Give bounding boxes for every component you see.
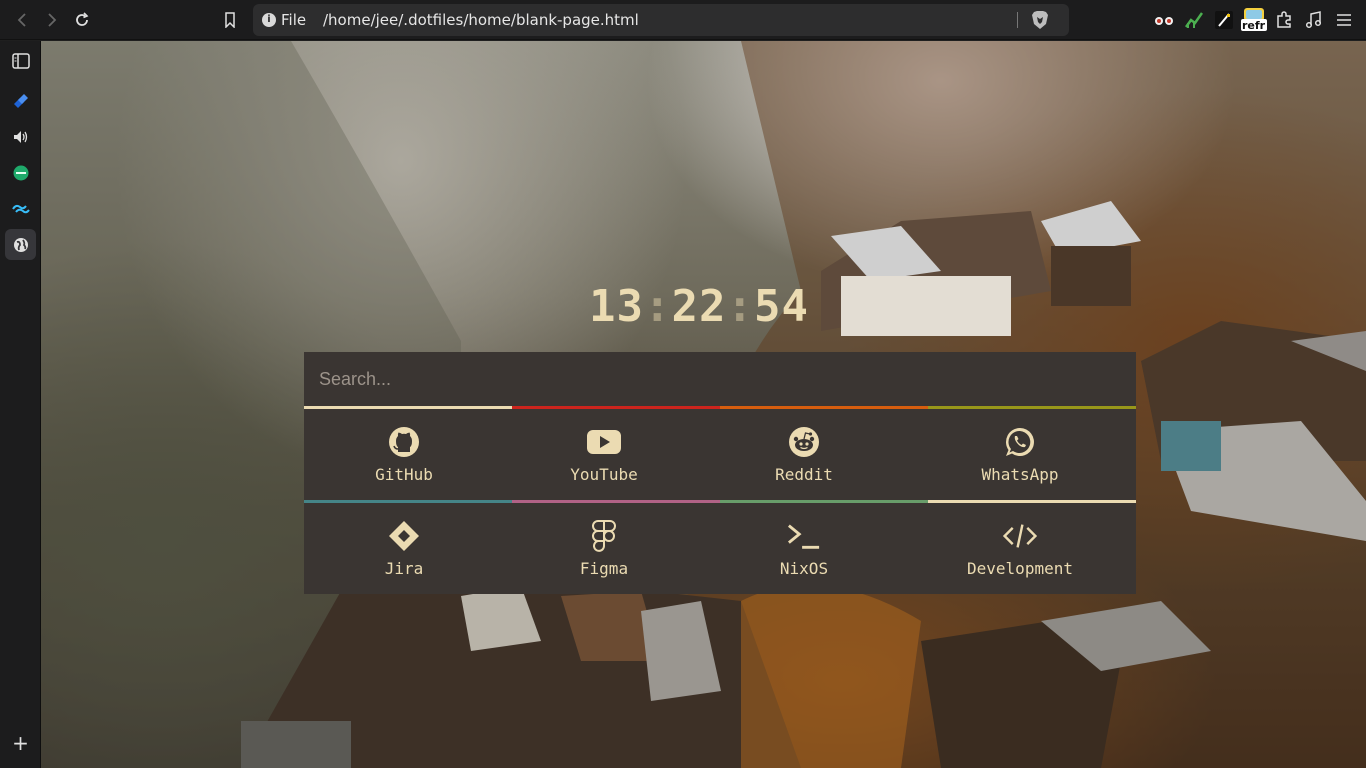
clock-hours: 13: [589, 281, 644, 332]
jira-diamond-icon: [387, 519, 421, 553]
url-scheme: File: [281, 11, 307, 29]
links-row-2: Jira Figma NixOS Development: [304, 503, 1136, 594]
link-label: GitHub: [375, 465, 433, 484]
chevron-left-icon: [17, 13, 26, 27]
globe-icon[interactable]: [5, 229, 36, 260]
clock-minutes: 22: [671, 281, 727, 332]
chart-icon[interactable]: [1182, 8, 1206, 32]
jira-icon[interactable]: [5, 85, 36, 116]
link-nixos[interactable]: NixOS: [704, 503, 904, 594]
browser-toolbar: i File /home/jee/.dotfiles/home/blank-pa…: [0, 0, 1366, 40]
back-button[interactable]: [10, 8, 34, 32]
terminal-icon: [787, 519, 821, 553]
tailwind-icon[interactable]: [5, 193, 36, 224]
chevron-right-icon: [48, 13, 57, 27]
refr-extension[interactable]: refr: [1240, 8, 1268, 32]
link-development[interactable]: Development: [904, 503, 1136, 594]
blank-page: 13:22:54 GitHub YouTube: [41, 41, 1366, 768]
bookmark-button[interactable]: [218, 8, 242, 32]
clock-seconds: 54: [753, 281, 809, 332]
slash-icon[interactable]: [1212, 8, 1236, 32]
link-figma[interactable]: Figma: [504, 503, 704, 594]
sidebar-toggle-icon[interactable]: [5, 45, 36, 76]
reader-glasses-icon[interactable]: [1152, 8, 1176, 32]
link-label: WhatsApp: [981, 465, 1059, 484]
link-label: YouTube: [570, 465, 638, 484]
link-label: Reddit: [775, 465, 833, 484]
reload-icon: [76, 12, 89, 26]
link-whatsapp[interactable]: WhatsApp: [904, 409, 1136, 500]
figma-icon: [587, 519, 621, 553]
link-jira[interactable]: Jira: [304, 503, 504, 594]
phone-app-icon[interactable]: [5, 157, 36, 188]
refr-label: refr: [1242, 19, 1266, 32]
link-label: NixOS: [779, 559, 829, 578]
search-input[interactable]: [304, 352, 1136, 406]
reddit-icon: [787, 425, 821, 459]
link-label: Jira: [384, 559, 424, 578]
link-label: Development: [967, 559, 1073, 578]
clock: 13:22:54: [589, 281, 809, 332]
site-info-icon[interactable]: i: [262, 13, 276, 27]
link-reddit[interactable]: Reddit: [704, 409, 904, 500]
links-row-1: GitHub YouTube Reddit WhatsApp: [304, 409, 1136, 500]
side-panel: +: [0, 41, 41, 768]
reload-button[interactable]: [70, 8, 94, 32]
url-path[interactable]: /home/jee/.dotfiles/home/blank-page.html: [323, 11, 639, 29]
launcher-card: GitHub YouTube Reddit WhatsApp: [304, 352, 1136, 594]
add-panel-button[interactable]: +: [5, 727, 36, 758]
github-icon: [387, 425, 421, 459]
music-icon[interactable]: [1302, 8, 1326, 32]
forward-button[interactable]: [40, 8, 64, 32]
youtube-icon: [587, 425, 621, 459]
clock-separator: :: [643, 281, 672, 332]
url-divider: [1017, 12, 1018, 28]
speaker-icon[interactable]: [5, 121, 36, 152]
plus-icon: +: [12, 730, 29, 755]
link-label: Figma: [579, 559, 629, 578]
clock-separator: :: [726, 281, 754, 332]
brave-shields-icon[interactable]: [1031, 10, 1049, 34]
whatsapp-icon: [1003, 425, 1037, 459]
puzzle-icon[interactable]: [1272, 8, 1296, 32]
link-github[interactable]: GitHub: [304, 409, 504, 500]
address-bar[interactable]: i File /home/jee/.dotfiles/home/blank-pa…: [253, 4, 1069, 36]
menu-icon[interactable]: [1332, 8, 1356, 32]
bookmark-icon: [225, 12, 235, 28]
code-icon: [1003, 519, 1037, 553]
link-youtube[interactable]: YouTube: [504, 409, 704, 500]
